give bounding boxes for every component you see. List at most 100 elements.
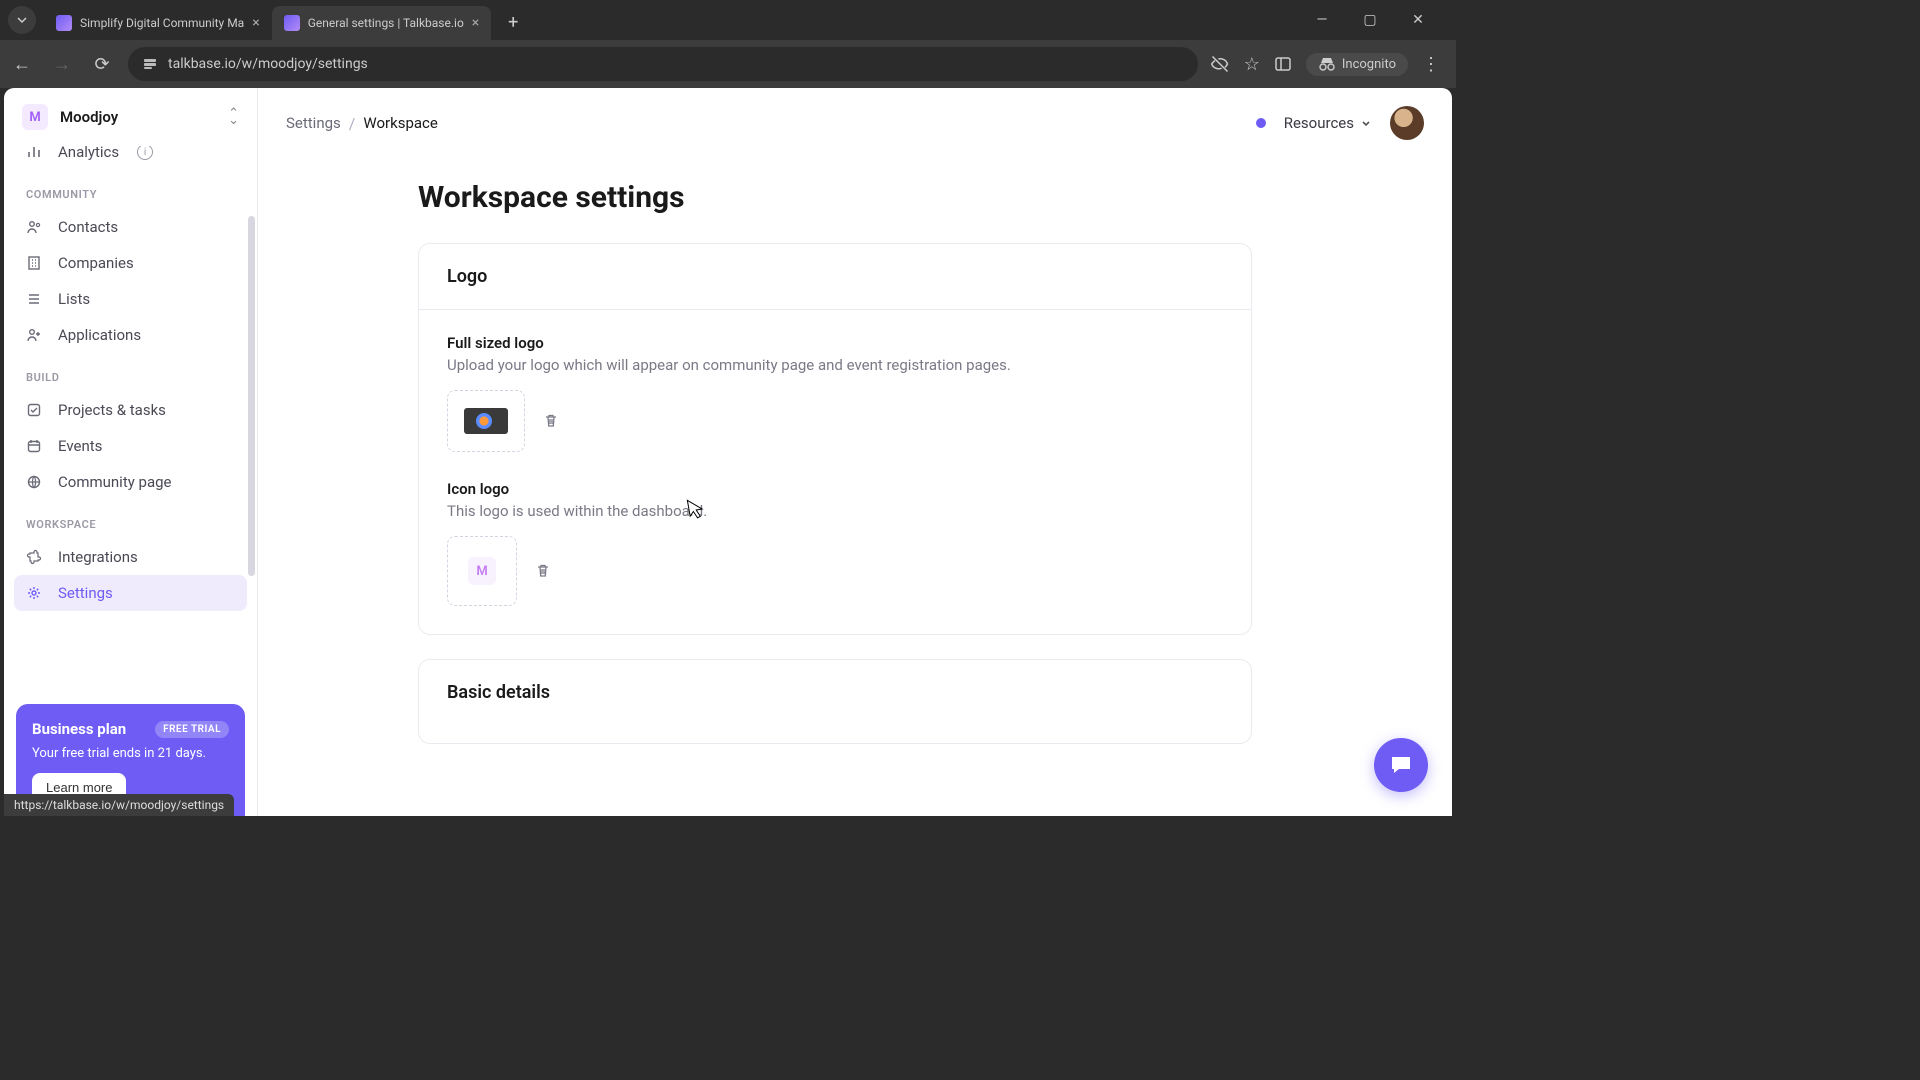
side-panel-icon[interactable]: [1274, 55, 1292, 73]
bookmark-icon[interactable]: ☆: [1244, 54, 1260, 75]
sidebar-scrollbar[interactable]: [248, 216, 255, 576]
trash-icon: [535, 563, 551, 579]
browser-tab-active[interactable]: General settings | Talkbase.io ×: [272, 6, 492, 40]
chart-icon: [26, 146, 44, 160]
icon-logo-letter: M: [468, 557, 496, 585]
sidebar-item-label: Settings: [58, 584, 113, 602]
resources-dropdown[interactable]: Resources: [1284, 114, 1372, 132]
logo-card: Logo Full sized logo Upload your logo wh…: [418, 243, 1252, 635]
tab-close-icon[interactable]: ×: [472, 15, 479, 31]
browser-tab-inactive[interactable]: Simplify Digital Community Ma ×: [44, 6, 272, 40]
icon-logo-description: This logo is used within the dashboard.: [447, 502, 1223, 520]
tab-favicon: [56, 15, 72, 31]
content-scroll: Workspace settings Logo Full sized logo …: [258, 158, 1452, 816]
back-button[interactable]: ←: [8, 54, 36, 75]
url-input[interactable]: talkbase.io/w/moodjoy/settings: [128, 47, 1198, 81]
sidebar-item-contacts[interactable]: Contacts: [14, 209, 247, 245]
address-bar: ← → ⟳ talkbase.io/w/moodjoy/settings ☆ I…: [0, 40, 1456, 88]
sidebar-item-lists[interactable]: Lists: [14, 281, 247, 317]
check-square-icon: [26, 402, 44, 418]
sidebar-item-label: Lists: [58, 290, 90, 308]
incognito-icon: [1318, 57, 1336, 71]
basic-details-card: Basic details: [418, 659, 1252, 744]
sidebar-item-projects[interactable]: Projects & tasks: [14, 392, 247, 428]
full-logo-description: Upload your logo which will appear on co…: [447, 356, 1223, 374]
breadcrumb-current: Workspace: [363, 114, 437, 132]
workspace-initial-badge: M: [22, 104, 48, 130]
tab-search-button[interactable]: [8, 6, 36, 34]
sidebar-section-build: BUILD: [14, 353, 247, 392]
status-bar: https://talkbase.io/w/moodjoy/settings: [4, 794, 234, 816]
globe-icon: [26, 474, 44, 490]
icon-logo-upload[interactable]: M: [447, 536, 517, 606]
forward-button[interactable]: →: [48, 54, 76, 75]
site-settings-icon: [142, 56, 158, 72]
workspace-name: Moodjoy: [60, 108, 216, 126]
full-logo-upload[interactable]: [447, 390, 525, 452]
gear-icon: [26, 585, 44, 601]
maximize-button[interactable]: ▢: [1352, 12, 1388, 28]
eye-off-icon[interactable]: [1210, 54, 1230, 74]
minimize-button[interactable]: ―: [1304, 12, 1340, 28]
reload-button[interactable]: ⟳: [88, 54, 116, 75]
sidebar-section-community: COMMUNITY: [14, 170, 247, 209]
sidebar-item-applications[interactable]: Applications: [14, 317, 247, 353]
sidebar-item-label: Integrations: [58, 548, 138, 566]
breadcrumb-root[interactable]: Settings: [286, 114, 341, 132]
tab-favicon: [284, 15, 300, 31]
tab-strip: Simplify Digital Community Ma × General …: [0, 0, 1456, 40]
new-tab-button[interactable]: +: [499, 8, 527, 36]
trash-icon: [543, 413, 559, 429]
sidebar-item-label: Events: [58, 437, 102, 455]
workspace-switcher[interactable]: M Moodjoy ⌃⌄: [4, 88, 257, 146]
trial-title: Business plan: [32, 720, 126, 738]
sidebar-item-label: Projects & tasks: [58, 401, 166, 419]
sidebar-item-events[interactable]: Events: [14, 428, 247, 464]
full-logo-image: [464, 408, 508, 434]
delete-full-logo-button[interactable]: [543, 413, 559, 429]
chevron-down-icon: [1360, 117, 1372, 129]
topbar: Settings / Workspace Resources: [258, 88, 1452, 158]
incognito-label: Incognito: [1342, 57, 1396, 72]
list-icon: [26, 291, 44, 307]
sidebar-item-integrations[interactable]: Integrations: [14, 539, 247, 575]
puzzle-icon: [26, 549, 44, 565]
sidebar-section-workspace: WORKSPACE: [14, 500, 247, 539]
chat-icon: [1388, 752, 1414, 778]
main-content: Settings / Workspace Resources Workspace…: [258, 88, 1452, 816]
sidebar-item-community-page[interactable]: Community page: [14, 464, 247, 500]
tab-close-icon[interactable]: ×: [252, 15, 259, 31]
icon-logo-label: Icon logo: [447, 480, 1223, 498]
sidebar-item-label: Community page: [58, 473, 172, 491]
tab-title: General settings | Talkbase.io: [308, 16, 464, 30]
chevron-up-down-icon: ⌃⌄: [228, 110, 239, 124]
resources-label: Resources: [1284, 114, 1354, 132]
sidebar: M Moodjoy ⌃⌄ Analytics i COMMUNITY Conta…: [4, 88, 258, 816]
chat-widget-button[interactable]: [1374, 738, 1428, 792]
close-window-button[interactable]: ✕: [1400, 12, 1436, 28]
sidebar-item-analytics[interactable]: Analytics i: [14, 146, 247, 170]
url-text: talkbase.io/w/moodjoy/settings: [168, 56, 1184, 72]
users-icon: [26, 219, 44, 235]
building-icon: [26, 255, 44, 271]
browser-chrome: Simplify Digital Community Ma × General …: [0, 0, 1456, 88]
sidebar-item-settings[interactable]: Settings: [14, 575, 247, 611]
card-header-basic-details: Basic details: [419, 660, 1251, 703]
delete-icon-logo-button[interactable]: [535, 563, 551, 579]
user-plus-icon: [26, 327, 44, 343]
page-title: Workspace settings: [258, 170, 1452, 243]
user-avatar[interactable]: [1390, 106, 1424, 140]
breadcrumb-separator: /: [349, 114, 356, 133]
card-header-logo: Logo: [419, 244, 1251, 310]
sidebar-item-label: Contacts: [58, 218, 118, 236]
notification-dot[interactable]: [1256, 118, 1266, 128]
incognito-badge[interactable]: Incognito: [1306, 53, 1408, 76]
trial-badge: FREE TRIAL: [155, 721, 229, 738]
calendar-icon: [26, 438, 44, 454]
window-controls: ― ▢ ✕: [1304, 12, 1448, 28]
browser-menu-icon[interactable]: ⋮: [1422, 54, 1440, 75]
sidebar-item-companies[interactable]: Companies: [14, 245, 247, 281]
full-logo-label: Full sized logo: [447, 334, 1223, 352]
sidebar-item-label: Applications: [58, 326, 141, 344]
sidebar-item-label: Companies: [58, 254, 134, 272]
